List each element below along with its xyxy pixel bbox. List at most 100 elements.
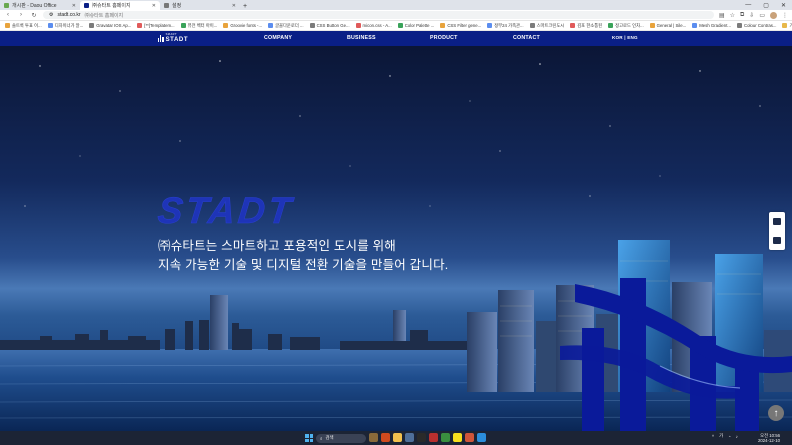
window-controls: — ▢ ✕ xyxy=(745,2,792,9)
close-tab-icon[interactable]: ✕ xyxy=(232,3,236,9)
bookmark-favicon-icon xyxy=(89,23,95,28)
address-bar-row: ‹ › ↻ ⚙ stadt.co.kr ㈜슈타트 홈페이지 ▤ ☆ ⧉ ⇩ ▭ … xyxy=(0,10,792,21)
tab-stadt-home[interactable]: ㈜슈타트 홈페이지 ✕ xyxy=(80,1,160,10)
bookmark-item[interactable]: General | Sile... xyxy=(649,23,687,28)
bookmark-label: Colour Contras... xyxy=(743,23,777,28)
bookmark-folder[interactable]: 기타 북마크 xyxy=(782,23,792,29)
hero-subtitle-line-1: ㈜슈타트는 스마트하고 포용적인 도시를 위해 xyxy=(158,239,396,253)
scroll-top-button[interactable]: ↑ xyxy=(768,405,784,421)
ime-indicator[interactable]: 가 xyxy=(719,433,723,439)
new-tab-button[interactable]: + xyxy=(240,3,250,10)
bookmark-label: Gravatar IOS Ap... xyxy=(96,23,132,28)
extensions-icon[interactable]: ⧉ xyxy=(740,12,744,19)
reader-icon[interactable]: ▤ xyxy=(719,12,725,19)
kakaotalk-icon[interactable] xyxy=(453,433,462,442)
bookmark-item[interactable]: Groovie fonts -... xyxy=(223,23,262,28)
volume-icon[interactable]: ♪ xyxy=(736,434,738,439)
tab-settings[interactable]: 설정 ✕ xyxy=(160,1,240,10)
bookmark-item[interactable]: 글꼴다운로더 ... xyxy=(268,23,304,29)
search-placeholder: 검색 xyxy=(325,435,334,440)
bookmark-item[interactable]: 퓨전 벡터 아이... xyxy=(180,23,217,29)
search-icon: ⌕ xyxy=(320,435,323,441)
bookmark-label: CSS Filter gene... xyxy=(447,23,482,28)
bookmark-item[interactable]: [**]Templatem... xyxy=(137,23,175,28)
tab-strip: 개시판 - Daou Office ✕ ㈜슈타트 홈페이지 ✕ 설정 ✕ + —… xyxy=(0,0,792,10)
clock-date: 2024-12-10 xyxy=(758,437,780,443)
site-info-icon[interactable]: ⚙ xyxy=(49,12,53,18)
bookmark-label: micon.css - A... xyxy=(362,23,392,28)
nav-contact[interactable]: CONTACT xyxy=(513,35,540,41)
bookmark-item[interactable]: CSS Filter gene... xyxy=(440,23,481,28)
bookmark-item[interactable]: 솔트룩 투표 이... xyxy=(5,23,42,29)
taskbar-clock[interactable]: 오전 10:56 2024-12-10 xyxy=(758,433,780,444)
nav-business[interactable]: BUSINESS xyxy=(347,35,376,41)
sidebar-icon[interactable]: ▭ xyxy=(759,12,765,19)
tab-label: 개시판 - Daou Office xyxy=(12,3,57,9)
menu-icon[interactable]: ⋮ xyxy=(782,12,788,19)
bookmark-item[interactable]: Mesh Gradient... xyxy=(692,23,731,28)
widgets-icon[interactable] xyxy=(381,433,390,442)
bookmark-label: 김포 한소통된 xyxy=(577,22,603,28)
close-window-button[interactable]: ✕ xyxy=(781,2,786,9)
bookmark-label: Mesh Gradient... xyxy=(699,23,731,28)
file-explorer-icon[interactable] xyxy=(393,433,402,442)
wifi-icon[interactable]: ◔ xyxy=(728,434,731,439)
bookmark-item[interactable]: micon.css - A... xyxy=(355,23,392,28)
site-logo[interactable]: SMART STADT xyxy=(158,33,188,43)
url-input[interactable]: ⚙ stadt.co.kr ㈜슈타트 홈페이지 xyxy=(43,11,714,19)
bookmark-item[interactable]: 스마트크린도시 xyxy=(529,23,564,29)
toolbar-icons: ▤ ☆ ⧉ ⇩ ▭ ⋮ xyxy=(719,11,788,19)
maximize-button[interactable]: ▢ xyxy=(763,2,769,9)
bookmark-item[interactable]: Colour Contras... xyxy=(736,23,777,28)
nav-product[interactable]: PRODUCT xyxy=(430,35,458,41)
bookmark-folders: 기타 북마크모바일 북마크 xyxy=(782,23,792,29)
task-view-icon[interactable] xyxy=(369,433,378,442)
avatar[interactable] xyxy=(770,11,777,19)
back-button[interactable]: ‹ xyxy=(4,12,12,18)
download-icon[interactable]: ⇩ xyxy=(749,12,754,19)
vscode-icon[interactable] xyxy=(477,433,486,442)
nav-company[interactable]: COMPANY xyxy=(264,35,292,41)
photoshop-icon[interactable] xyxy=(429,433,438,442)
bookmark-favicon-icon xyxy=(5,23,10,28)
site-header: SMART STADT COMPANY BUSINESS PRODUCT CON… xyxy=(0,31,792,46)
brochure-icon[interactable] xyxy=(773,218,781,225)
night-city-background xyxy=(0,60,792,431)
close-tab-icon[interactable]: ✕ xyxy=(72,3,76,9)
language-switch[interactable]: KOR | ENG xyxy=(612,35,638,40)
floating-side-buttons xyxy=(769,212,785,250)
store-icon[interactable] xyxy=(405,433,414,442)
bookmark-label: 정고로드 인차... xyxy=(615,22,644,28)
tab-daou-office[interactable]: 개시판 - Daou Office ✕ xyxy=(0,1,80,10)
bookmark-item[interactable]: 김포 한소통된 xyxy=(570,23,602,29)
windows-start-icon[interactable] xyxy=(305,434,313,442)
minimize-button[interactable]: — xyxy=(745,2,751,9)
bookmark-item[interactable]: 디자이너가 알... xyxy=(47,23,83,29)
app-icon-2[interactable] xyxy=(465,433,474,442)
bookmark-label: 정부24 가족관... xyxy=(494,22,524,28)
gear-icon xyxy=(164,3,169,8)
page-title-hint: ㈜슈타트 홈페이지 xyxy=(84,12,124,19)
chrome-icon[interactable] xyxy=(441,433,450,442)
bookmark-favicon-icon xyxy=(440,23,446,28)
bookmark-label: General | Sile... xyxy=(656,23,687,28)
bookmark-label: CSS Button Ge... xyxy=(316,23,350,28)
bookmark-item[interactable]: CSS Button Ge... xyxy=(309,23,350,28)
chevron-up-icon[interactable]: ^ xyxy=(712,434,714,439)
bookmark-favicon-icon xyxy=(223,23,229,28)
bookmark-favicon-icon xyxy=(47,23,53,28)
close-tab-icon[interactable]: ✕ xyxy=(152,3,156,9)
app-icon[interactable] xyxy=(417,433,426,442)
tab-label: 설정 xyxy=(172,3,182,9)
bookmark-favicon-icon xyxy=(309,23,315,28)
forward-button[interactable]: › xyxy=(17,12,25,18)
youtube-icon[interactable] xyxy=(773,237,781,244)
reload-button[interactable]: ↻ xyxy=(30,12,38,19)
bookmark-item[interactable]: 정부24 가족관... xyxy=(487,22,524,29)
star-icon[interactable]: ☆ xyxy=(730,12,735,19)
taskbar-search[interactable]: ⌕ 검색 xyxy=(316,433,366,443)
bookmark-item[interactable]: Gravatar IOS Ap... xyxy=(89,23,131,28)
bookmark-item[interactable]: Color Palette ... xyxy=(397,23,434,28)
bookmark-favicon-icon xyxy=(570,23,576,28)
bookmark-item[interactable]: 정고로드 인차... xyxy=(608,23,644,29)
